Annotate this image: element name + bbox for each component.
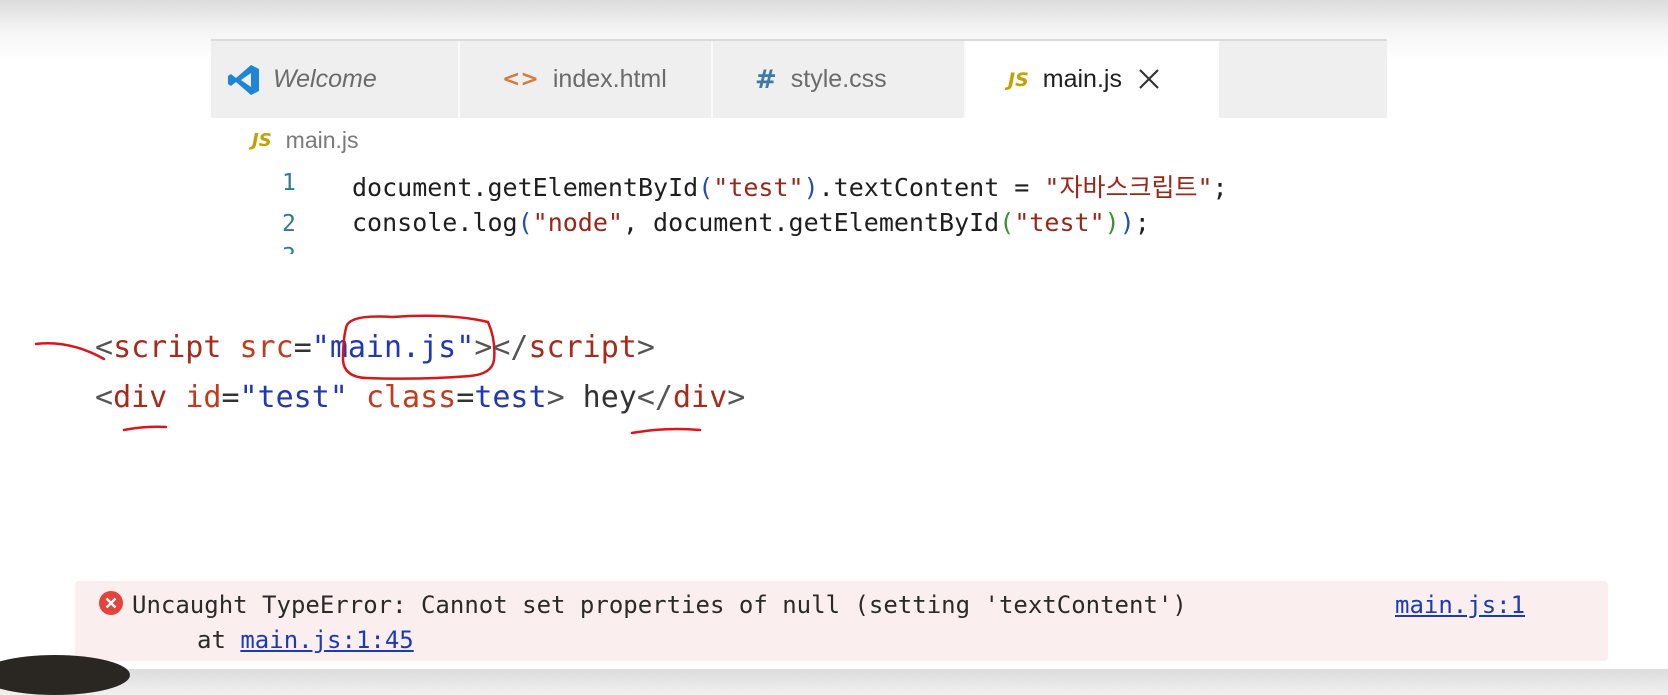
js-icon: JS	[252, 130, 272, 151]
stack-location-link[interactable]: main.js:1:45	[240, 626, 413, 654]
code-tag: div	[113, 380, 168, 415]
tab-label: main.js	[1042, 65, 1122, 93]
annotation-underline	[630, 427, 702, 435]
code-attr: src	[239, 330, 294, 365]
code-token: (	[698, 173, 714, 202]
code-token: <	[95, 330, 114, 365]
code-attr-value: "test"	[239, 380, 348, 415]
vscode-logo-icon	[228, 64, 259, 95]
breadcrumb[interactable]: JS main.js	[252, 127, 359, 154]
line-number: 2	[282, 211, 296, 237]
code-token: =	[221, 380, 240, 415]
annotation-arrow-stroke	[34, 342, 106, 361]
code-tag: div	[673, 380, 728, 415]
code-attr: id	[185, 380, 222, 415]
breadcrumb-file[interactable]: main.js	[286, 127, 359, 154]
tab-welcome[interactable]: Welcome	[211, 41, 460, 118]
code-token: )	[1104, 208, 1120, 237]
code-line[interactable]: document.getElementById("test").textCont…	[352, 168, 1228, 204]
error-icon	[99, 591, 123, 615]
css-hash-icon: #	[755, 64, 777, 95]
code-string: "test"	[1014, 208, 1105, 237]
code-token: >	[636, 330, 655, 365]
error-message: Uncaught TypeError: Cannot set propertie…	[132, 591, 1187, 619]
code-attr-value: test	[474, 380, 547, 415]
js-icon: JS	[1008, 68, 1029, 91]
presenter-head-edge	[0, 655, 130, 695]
code-attr: class	[365, 380, 457, 415]
code-token: =	[293, 330, 312, 365]
close-icon[interactable]	[1137, 67, 1161, 91]
code-token: =	[456, 380, 475, 415]
code-tag: script	[528, 330, 637, 365]
html-snippet-line: <div id="test" class=test> hey</div>	[95, 380, 745, 415]
code-token: ;	[1212, 173, 1228, 202]
annotation-underline	[122, 425, 168, 432]
code-line[interactable]: console.log("node", document.getElementB…	[352, 208, 1150, 237]
tab-index-html[interactable]: <> index.html	[460, 41, 713, 118]
tab-label: Welcome	[273, 65, 377, 93]
code-token: ;	[1134, 208, 1150, 237]
code-attr-value: main.js	[329, 330, 457, 365]
code-token: )	[1119, 208, 1135, 237]
tab-label: index.html	[552, 65, 667, 93]
error-source-link[interactable]: main.js:1	[1395, 591, 1525, 619]
html-snippet-line: <script src="main.js"></script>	[95, 330, 655, 365]
code-string: "node"	[532, 208, 623, 237]
line-number: 1	[282, 170, 296, 196]
tab-main-js[interactable]: JS main.js	[966, 41, 1219, 118]
code-token: (	[999, 208, 1015, 237]
code-token: >	[727, 380, 746, 415]
code-token: (	[517, 208, 533, 237]
code-token: "	[456, 330, 475, 365]
stack-prefix: at	[197, 626, 241, 654]
code-token: console.log	[352, 208, 518, 237]
code-token: .textContent =	[818, 173, 1045, 202]
code-token: document.getElementById	[352, 173, 699, 202]
code-token: <	[95, 380, 114, 415]
code-tag: script	[113, 330, 222, 365]
code-string: "자바스크립트"	[1044, 173, 1213, 202]
code-token: ></	[474, 330, 529, 365]
html-brackets-icon: <>	[502, 67, 539, 92]
code-string: "test"	[713, 173, 804, 202]
tab-label: style.css	[790, 65, 887, 93]
code-token: "	[311, 330, 330, 365]
code-token: )	[803, 173, 819, 202]
error-stack-line: at main.js:1:45	[197, 626, 414, 654]
console-error-row: Uncaught TypeError: Cannot set propertie…	[75, 581, 1608, 661]
editor-tab-bar: Welcome <> index.html # style.css JS mai…	[211, 39, 1387, 118]
code-token: </	[636, 380, 673, 415]
line-number: 3	[282, 244, 302, 254]
code-text: hey	[564, 380, 637, 415]
code-token: >	[546, 380, 565, 415]
tab-style-css[interactable]: # style.css	[713, 41, 966, 118]
code-token: , document.getElementById	[622, 208, 1000, 237]
